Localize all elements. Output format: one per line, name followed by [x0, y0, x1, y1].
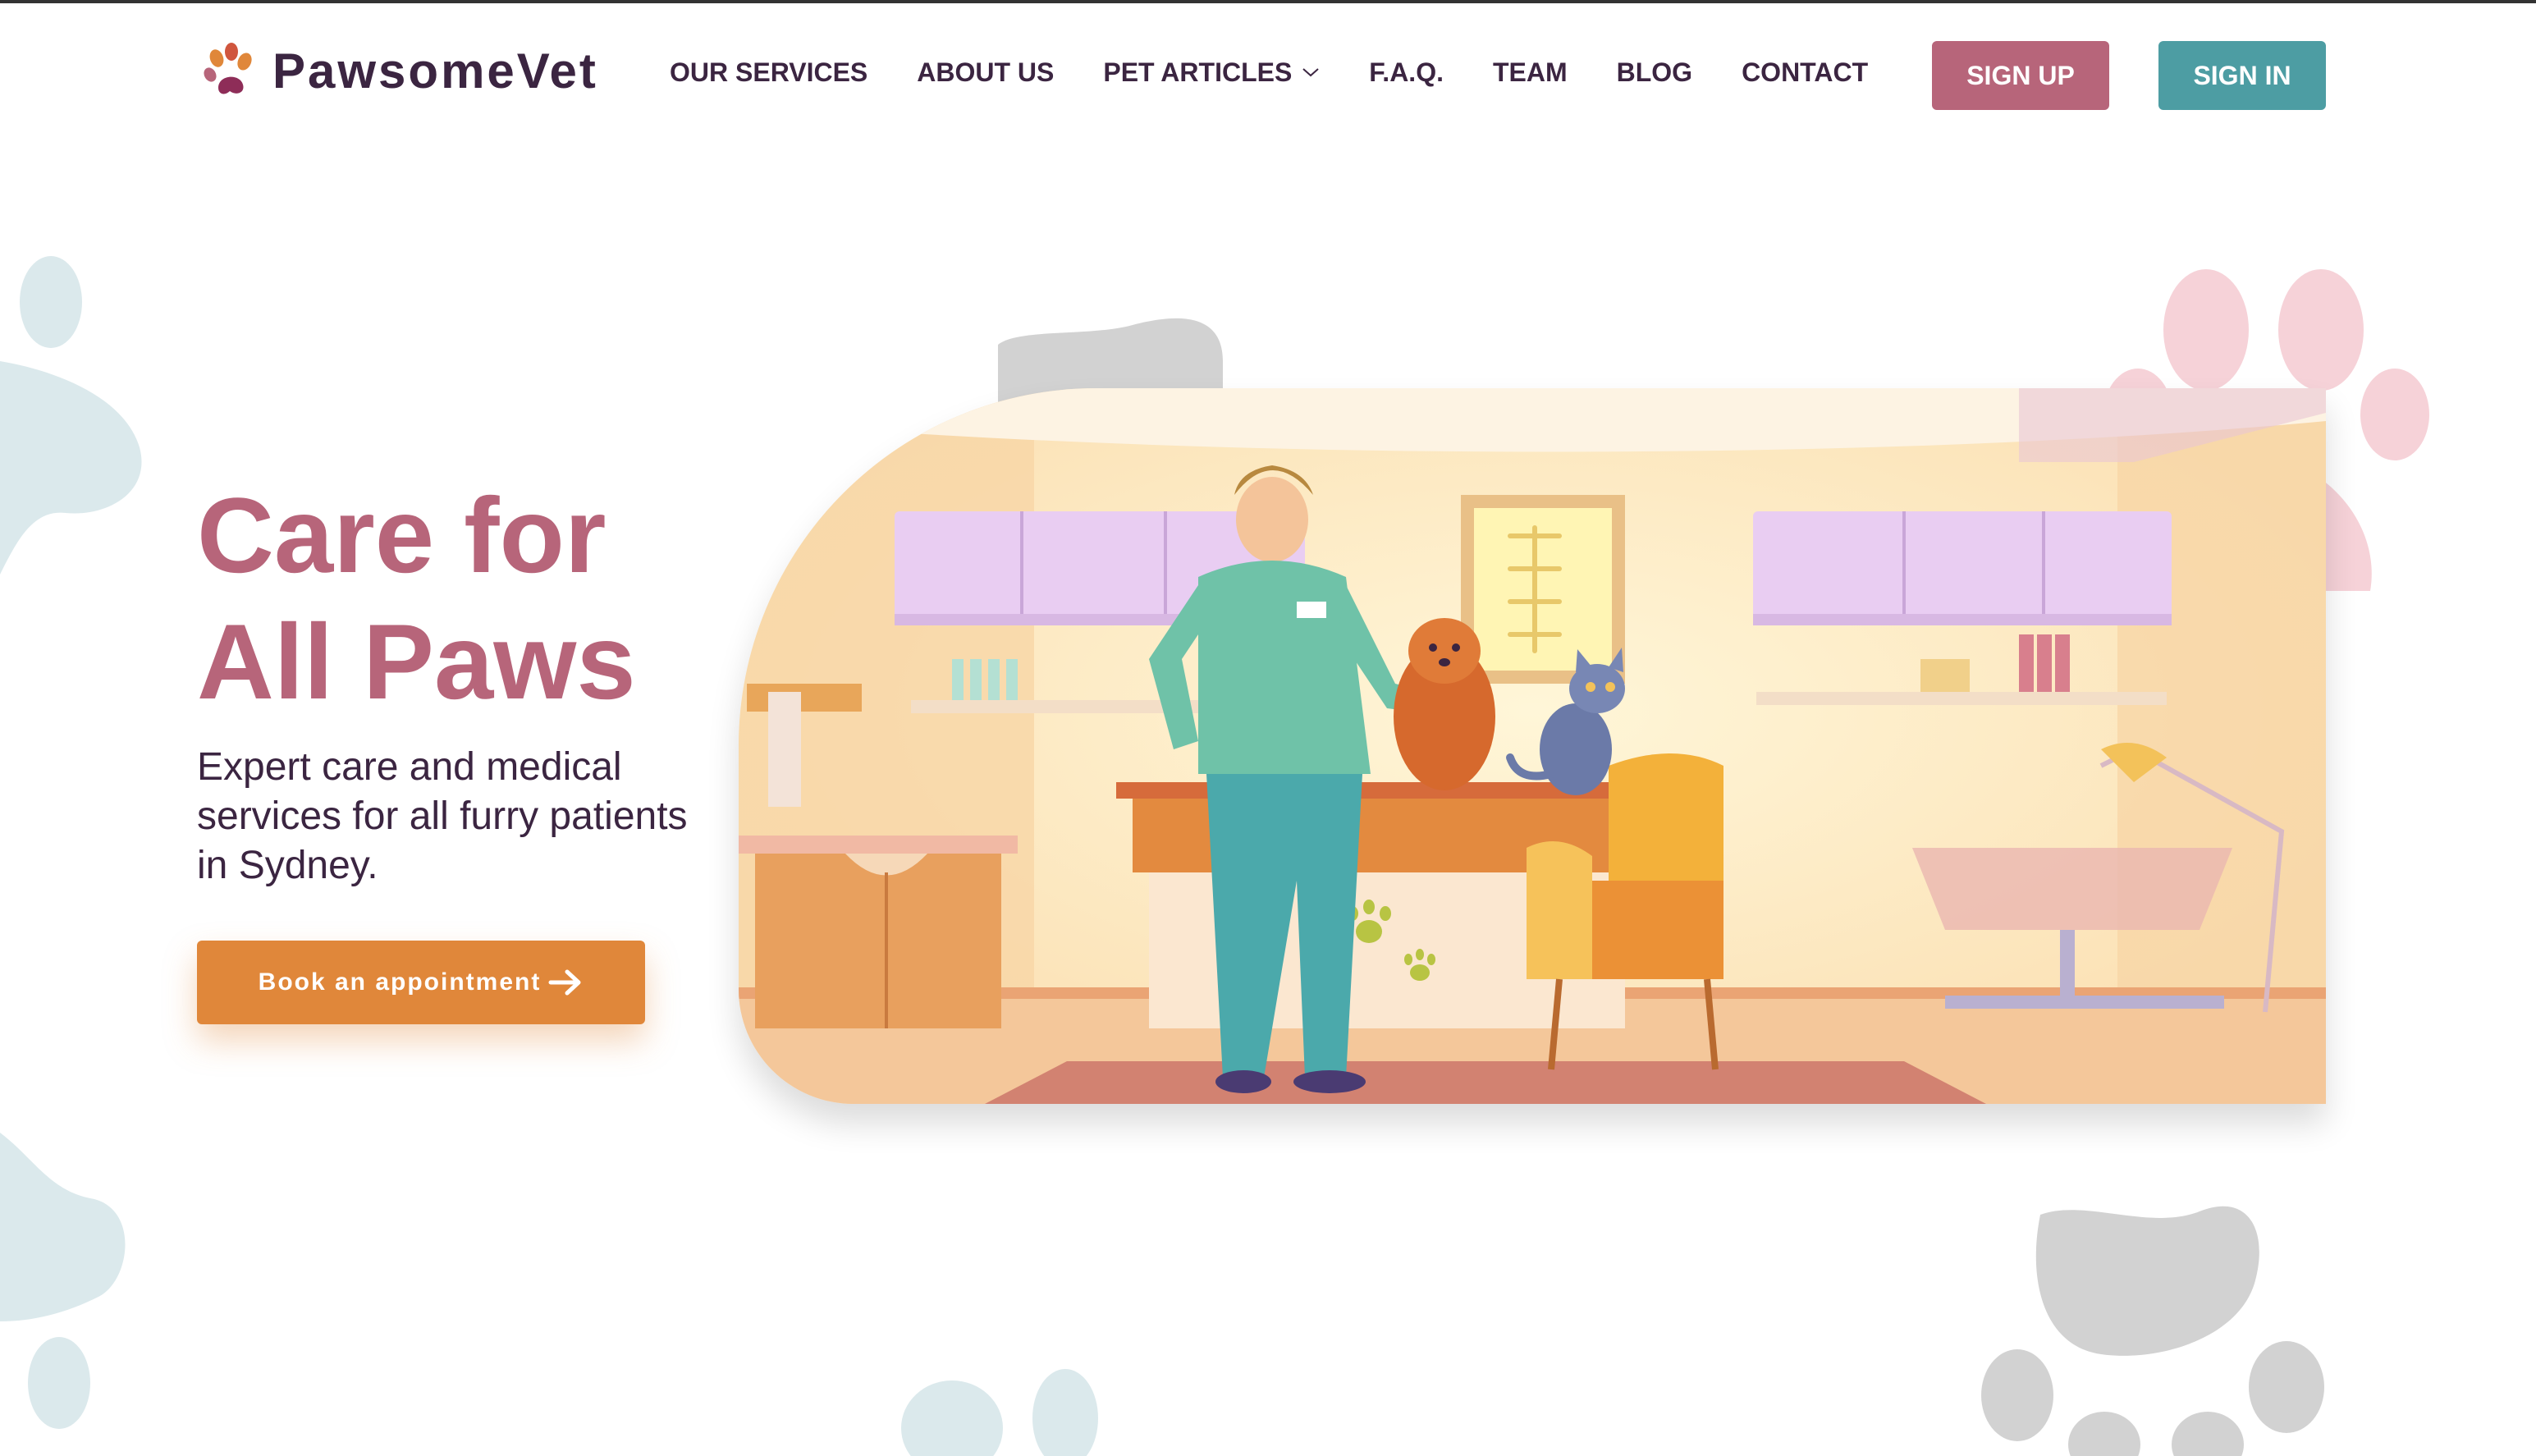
paw-print-icon — [0, 256, 142, 575]
paw-print-icon — [1981, 1206, 2324, 1456]
book-appointment-button[interactable]: Book an appointment — [197, 941, 645, 1024]
nav-contact[interactable]: CONTACT — [1742, 57, 1868, 88]
vet-clinic-illustration — [739, 388, 2326, 1104]
paw-print-icon — [901, 1369, 1098, 1456]
sign-up-button[interactable]: SIGN UP — [1932, 41, 2109, 110]
brand-name: PawsomeVet — [272, 43, 598, 98]
nav-pet-articles-label: PET ARTICLES — [1103, 57, 1293, 87]
chevron-down-icon — [1302, 68, 1319, 77]
arrow-right-icon — [548, 969, 581, 996]
book-appointment-label: Book an appointment — [258, 968, 542, 996]
nav-our-services[interactable]: OUR SERVICES — [670, 57, 867, 88]
hero-subtitle: Expert care and medical services for all… — [197, 745, 688, 887]
hero-title-line-1: Care for — [197, 475, 607, 595]
paw-logo-icon — [204, 43, 252, 94]
nav-faq[interactable]: F.A.Q. — [1369, 57, 1444, 88]
hero-title: Care for All Paws — [197, 472, 706, 725]
nav-blog[interactable]: BLOG — [1617, 57, 1692, 88]
nav-team[interactable]: TEAM — [1493, 57, 1568, 88]
nav-about-us[interactable]: ABOUT US — [917, 57, 1054, 88]
logo[interactable]: PawsomeVet — [200, 36, 598, 105]
main-nav: OUR SERVICES ABOUT US PET ARTICLES F.A.Q… — [670, 36, 1868, 108]
nav-pet-articles[interactable]: PET ARTICLES — [1103, 57, 1320, 88]
clinic-scene — [739, 388, 2326, 1104]
site-header: PawsomeVet OUR SERVICES ABOUT US PET ART… — [0, 3, 2536, 139]
hero-title-line-2: All Paws — [197, 602, 636, 721]
sign-in-button[interactable]: SIGN IN — [2158, 41, 2326, 110]
paw-print-icon — [0, 1133, 126, 1429]
